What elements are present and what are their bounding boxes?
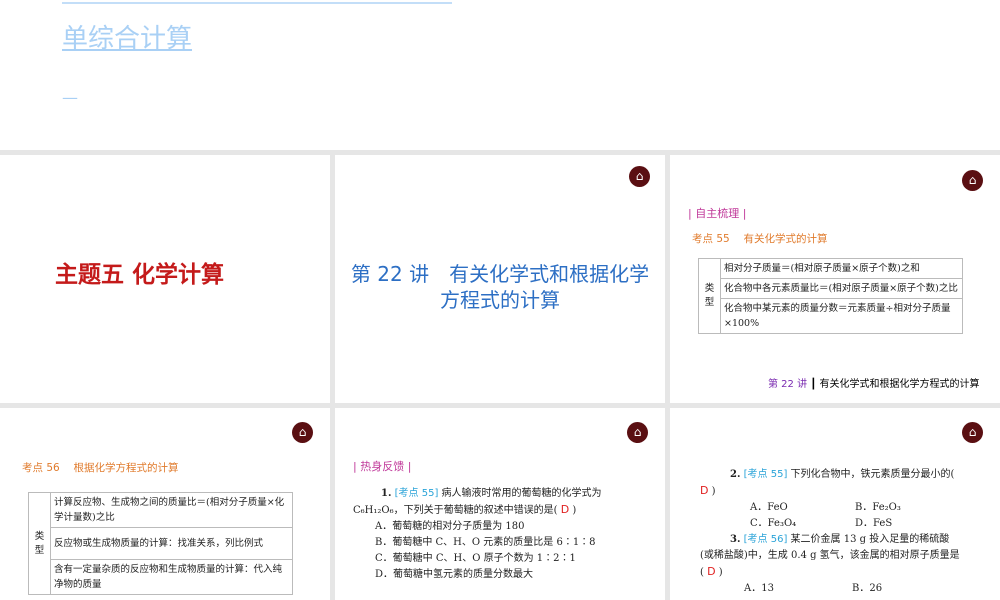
answer: D	[700, 484, 709, 497]
option: C．Fe₃O₄	[750, 518, 797, 529]
slide-title-link[interactable]: 单综合计算	[62, 18, 192, 55]
option: A．葡萄糖的相对分子质量为 180	[375, 521, 525, 532]
home-icon[interactable]: ⌂	[629, 166, 650, 187]
table-row: 计算反应物、生成物之间的质量比＝(相对分子质量×化学计量数)之比	[50, 492, 293, 528]
home-icon[interactable]: ⌂	[962, 422, 983, 443]
title-line-cut	[62, 0, 452, 4]
option: B．Fe₂O₃	[855, 502, 901, 513]
table-row: 含有一定量杂质的反应物和生成物质量的计算：代入纯净物的质量	[50, 559, 293, 595]
kaodian-heading: 考点 55 有关化学式的计算	[692, 233, 828, 245]
answer: D	[707, 565, 716, 578]
slide-thumbnail-2[interactable]: ⌂ 第 22 讲 有关化学式和根据化学方程式的计算	[335, 155, 665, 403]
home-icon[interactable]: ⌂	[292, 422, 313, 443]
table-row: 相对分子质量＝(相对原子质量×原子个数)之和	[720, 258, 963, 279]
section-label: | 热身反馈 |	[353, 460, 412, 473]
summary-table: 类型 相对分子质量＝(相对原子质量×原子个数)之和 化合物中各元素质量比＝(相对原…	[698, 258, 963, 334]
table-row: 化合物中各元素质量比＝(相对原子质量×原子个数)之比	[720, 278, 963, 299]
answer: D	[560, 503, 570, 516]
question-number: 3.	[730, 534, 741, 545]
home-icon[interactable]: ⌂	[627, 422, 648, 443]
kaodian-tag: [考点 55]	[394, 488, 439, 499]
table-row: 反应物或生成物质量的计算：找准关系，列比例式	[50, 527, 293, 560]
lecture-number: 第 22 讲	[768, 379, 808, 390]
kaodian-tag: [考点 55]	[743, 469, 788, 480]
option: A．13	[744, 583, 774, 594]
paren: )	[572, 505, 577, 516]
paren: )	[718, 567, 723, 578]
option: B．葡萄糖中 C、H、O 元素的质量比是 6∶1∶8	[375, 537, 596, 548]
kaodian-tag: [考点 56]	[743, 534, 788, 545]
question-number: 2.	[730, 469, 741, 480]
slide-thumbnail-4[interactable]: ⌂ 考点 56 根据化学方程式的计算 类型 计算反应物、生成物之间的质量比＝(相对…	[0, 408, 330, 600]
option: D．FeS	[855, 518, 893, 529]
slide-thumbnail-3[interactable]: ⌂ | 自主梳理 | 考点 55 有关化学式的计算 类型 相对分子质量＝(相对原子…	[670, 155, 1000, 403]
kaodian-heading: 考点 56 根据化学方程式的计算	[22, 462, 179, 474]
footer-title: 有关化学式和根据化学方程式的计算	[819, 379, 980, 390]
slide-thumbnail-5[interactable]: ⌂ | 热身反馈 | 1. [考点 55] 病人输液时常用的葡萄糖的化学式为 C…	[335, 408, 665, 600]
question-stem: 下列化合物中，铁元素质量分最小的(	[790, 469, 955, 480]
slide-thumbnail-6[interactable]: ⌂ 2. [考点 55] 下列化合物中，铁元素质量分最小的( D ) A．FeO…	[670, 408, 1000, 600]
option: A．FeO	[750, 502, 788, 513]
dash: —	[62, 88, 78, 107]
summary-table: 类型 计算反应物、生成物之间的质量比＝(相对分子质量×化学计量数)之比 反应物或生…	[28, 492, 293, 595]
table-row: 化合物中某元素的质量分数＝元素质量÷相对分子质量×100%	[720, 298, 963, 334]
slide-title: 主题五 化学计算	[55, 262, 225, 288]
question-1: 1. [考点 55] 病人输液时常用的葡萄糖的化学式为 C₆H₁₂O₆，下列关于…	[353, 486, 628, 583]
slide-partial-top[interactable]: 单综合计算 —	[0, 0, 1000, 150]
home-icon[interactable]: ⌂	[962, 170, 983, 191]
slide-title: 第 22 讲 有关化学式和根据化学方程式的计算	[350, 262, 650, 312]
section-label: | 自主梳理 |	[688, 207, 747, 220]
question-number: 1.	[381, 488, 392, 499]
type-label: 类型	[28, 492, 51, 595]
option: D．葡萄糖中氢元素的质量分数最大	[375, 569, 534, 580]
question-2: 2. [考点 55] 下列化合物中，铁元素质量分最小的( D ) A．FeO B…	[700, 467, 960, 597]
slide-thumbnail-1[interactable]: 主题五 化学计算	[0, 155, 330, 403]
option: C．葡萄糖中 C、H、O 原子个数为 1∶2∶1	[375, 553, 576, 564]
option: B．26	[852, 583, 883, 594]
paren: )	[711, 486, 716, 497]
type-label: 类型	[698, 258, 721, 334]
slide-footer: 第 22 讲 ┃ 有关化学式和根据化学方程式的计算	[768, 379, 980, 390]
